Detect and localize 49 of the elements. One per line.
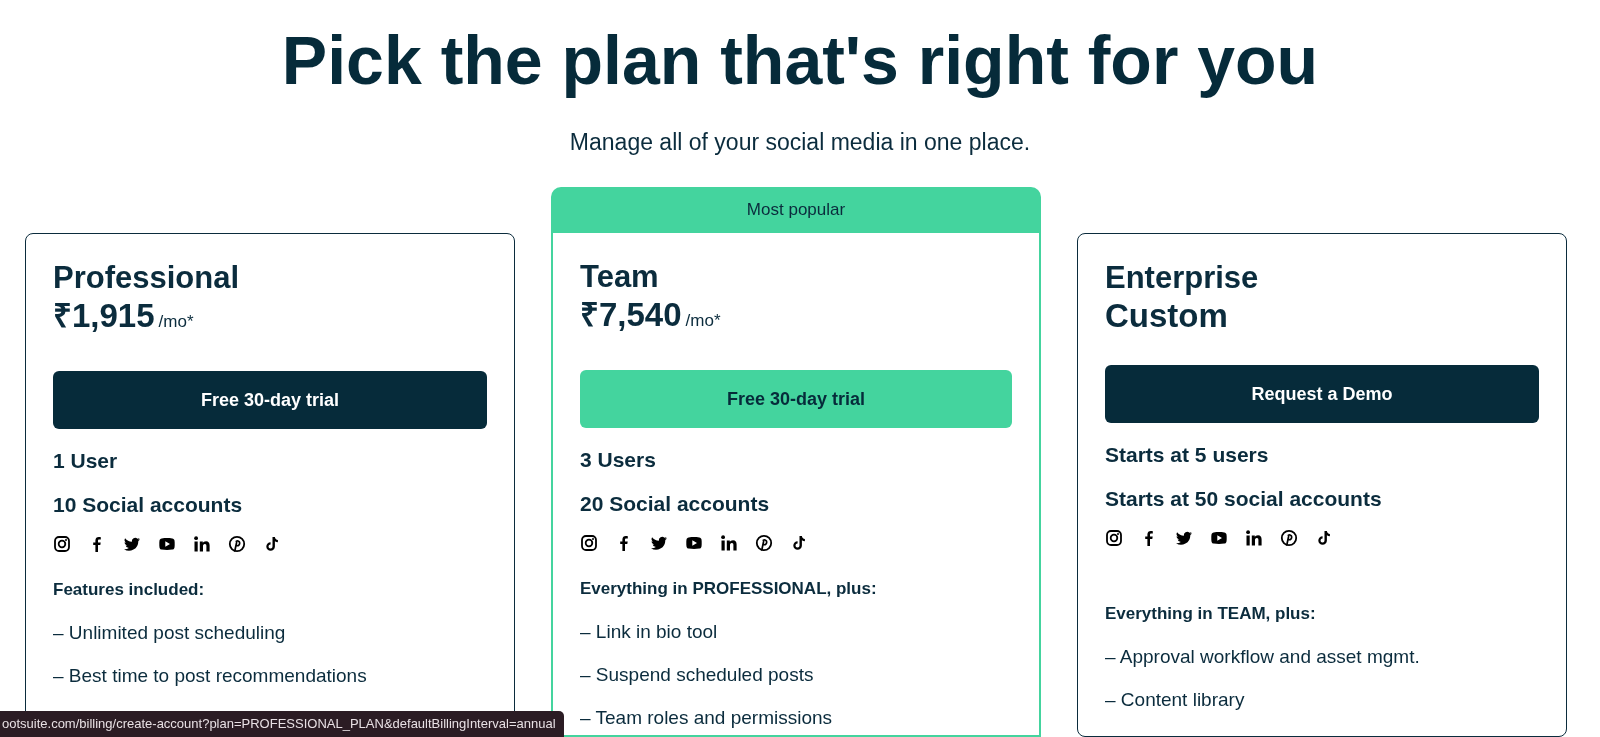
youtube-icon bbox=[685, 534, 703, 552]
user-count: 3 Users bbox=[580, 448, 657, 472]
youtube-icon bbox=[1210, 529, 1228, 547]
plan-name: Enterprise bbox=[1105, 260, 1260, 296]
pinterest-icon bbox=[1280, 529, 1298, 547]
account-count: 10 Social accounts bbox=[53, 493, 244, 517]
pinterest-icon bbox=[755, 534, 773, 552]
linkedin-icon bbox=[193, 535, 211, 553]
account-count: Starts at 50 social accounts bbox=[1105, 487, 1383, 511]
youtube-icon bbox=[158, 535, 176, 553]
user-count: Starts at 5 users bbox=[1105, 443, 1270, 467]
feature-item: – Team roles and permissions bbox=[580, 707, 834, 729]
feature-item: – Approval workflow and asset mgmt. bbox=[1105, 646, 1421, 668]
tiktok-icon bbox=[790, 534, 808, 552]
instagram-icon bbox=[580, 534, 598, 552]
features-heading: Everything in TEAM, plus: bbox=[1105, 603, 1317, 625]
instagram-icon bbox=[1105, 529, 1123, 547]
instagram-icon bbox=[53, 535, 71, 553]
price-period: /mo* bbox=[685, 310, 721, 332]
plan-price: ₹7,540 bbox=[580, 295, 682, 335]
linkedin-icon bbox=[1245, 529, 1263, 547]
tiktok-icon bbox=[263, 535, 281, 553]
popular-banner: Most popular bbox=[551, 187, 1041, 233]
feature-item: – Content library bbox=[1105, 689, 1246, 711]
plan-price: ₹1,915 bbox=[53, 296, 155, 336]
plan-name: Professional bbox=[53, 260, 241, 296]
features-heading: Features included: bbox=[53, 579, 206, 601]
page-heading: Pick the plan that's right for you bbox=[280, 21, 1320, 100]
price-period: /mo* bbox=[158, 311, 194, 333]
trial-button[interactable]: Request a Demo bbox=[1105, 365, 1539, 423]
pinterest-icon bbox=[228, 535, 246, 553]
twitter-bird-icon bbox=[650, 534, 668, 552]
twitter-bird-icon bbox=[1175, 529, 1193, 547]
feature-item: – Unlimited post scheduling bbox=[53, 622, 287, 644]
feature-item: – Best time to post recommendations bbox=[53, 665, 368, 687]
linkedin-icon bbox=[720, 534, 738, 552]
feature-item: – Link in bio tool bbox=[580, 621, 719, 643]
link-preview-tooltip: ootsuite.com/billing/create-account?plan=PROFESSIONAL_PLAN&defaultBillingInterval=annual bbox=[0, 711, 564, 737]
features-heading: Everything in PROFESSIONAL, plus: bbox=[580, 578, 878, 600]
plan-price: Custom bbox=[1105, 296, 1228, 336]
feature-item: – Suspend scheduled posts bbox=[580, 664, 815, 686]
trial-button[interactable]: Free 30-day trial bbox=[53, 371, 487, 429]
user-count: 1 User bbox=[53, 449, 119, 473]
tiktok-icon bbox=[1315, 529, 1333, 547]
twitter-bird-icon bbox=[123, 535, 141, 553]
plan-name: Team bbox=[580, 259, 660, 295]
trial-button[interactable]: Free 30-day trial bbox=[580, 370, 1012, 428]
page-subtitle: Manage all of your social media in one place. bbox=[568, 128, 1032, 156]
account-count: 20 Social accounts bbox=[580, 492, 771, 516]
